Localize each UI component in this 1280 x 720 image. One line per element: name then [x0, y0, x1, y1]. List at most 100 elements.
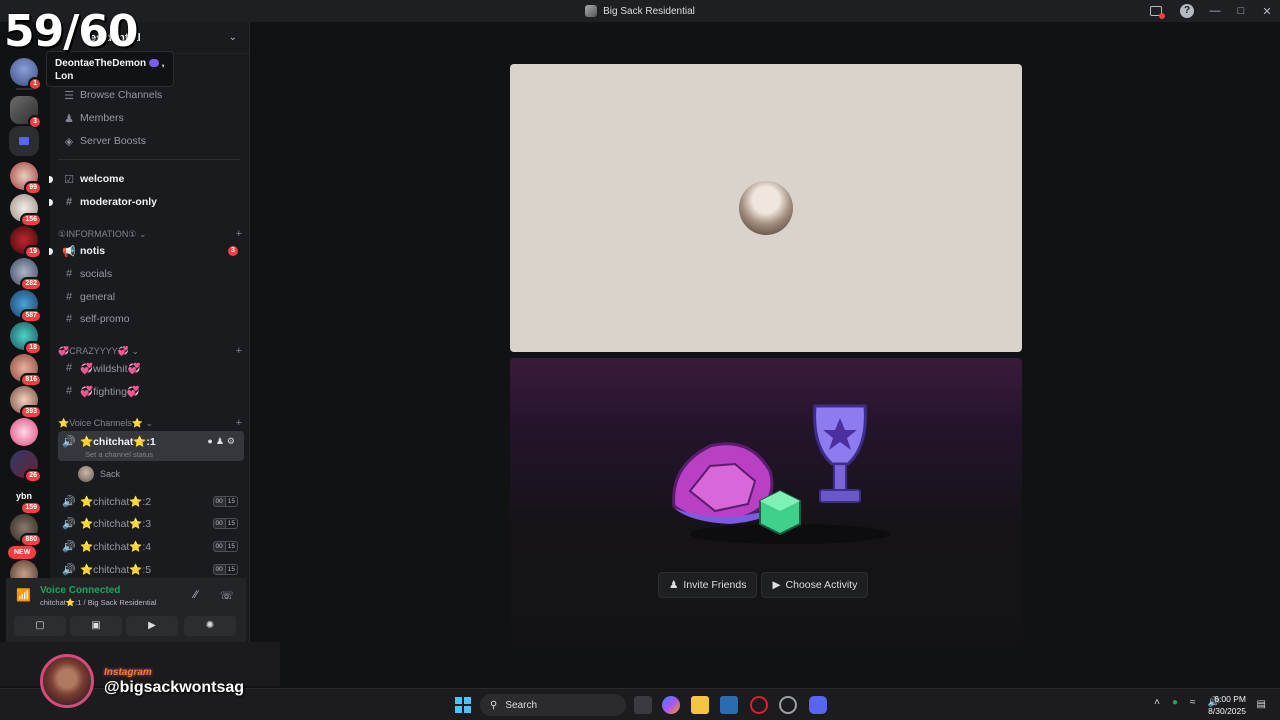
category-information[interactable]: ①INFORMATION① ⌄ + [58, 228, 244, 240]
guild-badge: 816 [20, 373, 42, 387]
mic-icon[interactable]: ● [1172, 697, 1178, 708]
voice-connected-subtitle[interactable]: chitchat⭐:1 / Big Sack Residential [40, 598, 156, 607]
guild-item[interactable]: 282 [10, 258, 42, 291]
nav-label: Browse Channels [80, 89, 163, 101]
invite-label: Invite Friends [683, 579, 747, 591]
channel-name: self-promo [80, 313, 130, 325]
voice-channel-active[interactable]: 🔊 ⭐chitchat⭐:1 Set a channel status ●♟⚙ [58, 431, 244, 461]
participant-tile[interactable] [510, 64, 1022, 352]
new-pill[interactable]: NEW [8, 546, 37, 559]
file-explorer-icon[interactable] [691, 696, 709, 714]
camera-button[interactable]: ▢ [14, 616, 66, 636]
guild-item[interactable]: ybn 159 [10, 482, 42, 515]
guild-item[interactable]: 3 [10, 96, 42, 129]
maximize-button[interactable]: □ [1228, 5, 1254, 17]
invite-friends-button[interactable]: ♟ Invite Friends [658, 572, 758, 598]
guild-item[interactable] [10, 418, 38, 446]
channel-name: ⭐chitchat⭐:5 [80, 563, 152, 576]
channel-fighting[interactable]: # 💞fighting💞 [58, 381, 244, 401]
guild-item[interactable]: 26 [10, 450, 42, 483]
windows-start-icon[interactable] [455, 697, 471, 713]
title-bar: Big Sack Residential ? — □ ✕ [0, 0, 1280, 22]
nav-browse-channels[interactable]: ☰ Browse Channels [58, 85, 244, 105]
channel-name: moderator-only [80, 196, 158, 208]
hash-icon: # [65, 385, 73, 397]
guild-item[interactable]: 156 [10, 194, 42, 227]
chevron-up-icon[interactable]: ˄ [1154, 697, 1160, 708]
guild-folder[interactable] [9, 126, 39, 156]
channel-general[interactable]: # general [58, 287, 244, 307]
guild-item[interactable]: 587 [10, 290, 42, 323]
screenshare-button[interactable]: ▣ [70, 616, 122, 636]
activity-button[interactable]: ▶ [126, 616, 178, 636]
hash-icon: # [65, 291, 73, 303]
voice-channel[interactable]: 🔊 ⭐chitchat⭐:5 00 15 [58, 559, 244, 579]
close-button[interactable]: ✕ [1254, 5, 1280, 18]
stream-counter: 59/60 [4, 6, 139, 57]
add-channel-icon[interactable]: + [236, 417, 242, 429]
minimize-button[interactable]: — [1202, 5, 1228, 17]
voice-channel[interactable]: 🔊 ⭐chitchat⭐:3 00 15 [58, 513, 244, 533]
channel-welcome[interactable]: ☑ welcome [49, 169, 244, 189]
inbox-icon[interactable] [1150, 6, 1165, 19]
guild-badge: 159 [20, 501, 42, 515]
opera-icon[interactable] [750, 696, 768, 714]
dm-guild[interactable]: 1 [10, 58, 42, 91]
voice-channel[interactable]: 🔊 ⭐chitchat⭐:4 00 15 [58, 536, 244, 556]
app-icon[interactable] [779, 696, 797, 714]
signal-icon[interactable]: 📶 [16, 588, 31, 602]
webcam-avatar [40, 654, 94, 708]
channel-self-promo[interactable]: # self-promo [58, 309, 244, 329]
taskbar-search[interactable]: ⚲ Search [480, 694, 626, 716]
clock[interactable]: 6:00 PM 8/30/2025 [1208, 693, 1246, 717]
channel-name: general [80, 291, 116, 303]
choose-activity-button[interactable]: ▶ Choose Activity [761, 572, 869, 598]
guild-item[interactable]: 393 [10, 386, 42, 419]
hash-icon: # [65, 268, 73, 280]
channel-notis[interactable]: 📢 notis 3 [49, 241, 244, 261]
clock-date: 8/30/2025 [1208, 706, 1246, 716]
guild-separator [16, 88, 34, 90]
channel-sidebar: esidential ⌄ ☰ Browse Channels ♟ Members… [49, 22, 250, 642]
add-channel-icon[interactable]: + [236, 345, 242, 357]
notification-icon[interactable]: ▤ [1257, 699, 1266, 710]
gamepad-icon: ▶ [772, 579, 781, 591]
guild-badge: 99 [24, 181, 42, 195]
nav-server-boosts[interactable]: ◈ Server Boosts [58, 131, 244, 151]
guild-item[interactable]: 880 [10, 514, 42, 547]
copilot-icon[interactable] [662, 696, 680, 714]
noise-suppression-icon[interactable]: ∕∕ [194, 589, 198, 601]
disconnect-icon[interactable]: ☏ [220, 589, 234, 602]
channel-wildshit[interactable]: # 💞wildshit💞 [58, 358, 244, 378]
store-icon[interactable] [720, 696, 738, 714]
add-channel-icon[interactable]: + [236, 228, 242, 240]
channel-moderator-only[interactable]: # moderator-only [49, 192, 244, 212]
guild-badge: 587 [20, 309, 42, 323]
guild-item[interactable]: 816 [10, 354, 42, 387]
nav-label: Members [80, 112, 124, 124]
wifi-icon[interactable]: ≈ [1190, 697, 1196, 708]
voice-channel[interactable]: 🔊 ⭐chitchat⭐:2 00 15 [58, 491, 244, 511]
guild-badge: 282 [20, 277, 42, 291]
guild-item[interactable]: 99 [10, 162, 42, 195]
emoji-icon [148, 59, 159, 68]
category-crazy[interactable]: 💞CRAZYYYY💞 ⌄ + [58, 345, 244, 357]
voice-member[interactable]: Sack [78, 466, 120, 482]
channel-name: ⭐chitchat⭐:4 [80, 540, 152, 553]
channel-status[interactable]: Set a channel status [85, 450, 153, 459]
hash-icon: # [65, 362, 73, 374]
guild-item[interactable]: 18 [10, 322, 42, 355]
task-view-icon[interactable] [634, 696, 652, 714]
channel-socials[interactable]: # socials [58, 264, 244, 284]
guild-item[interactable]: 19 [10, 226, 42, 259]
soundboard-button[interactable]: ✺ [184, 616, 236, 636]
discord-taskbar-icon[interactable] [809, 696, 827, 714]
browse-icon: ☰ [64, 89, 74, 102]
nav-members[interactable]: ♟ Members [58, 108, 244, 128]
mention-badge: 3 [228, 246, 238, 256]
category-voice[interactable]: ⭐Voice Channels⭐ ⌄ + [58, 417, 244, 429]
voice-connected-title[interactable]: Voice Connected [40, 585, 120, 596]
help-icon[interactable]: ? [1180, 4, 1194, 18]
channel-actions[interactable]: ●♟⚙ [207, 436, 238, 447]
user-count: 00 15 [212, 517, 238, 529]
